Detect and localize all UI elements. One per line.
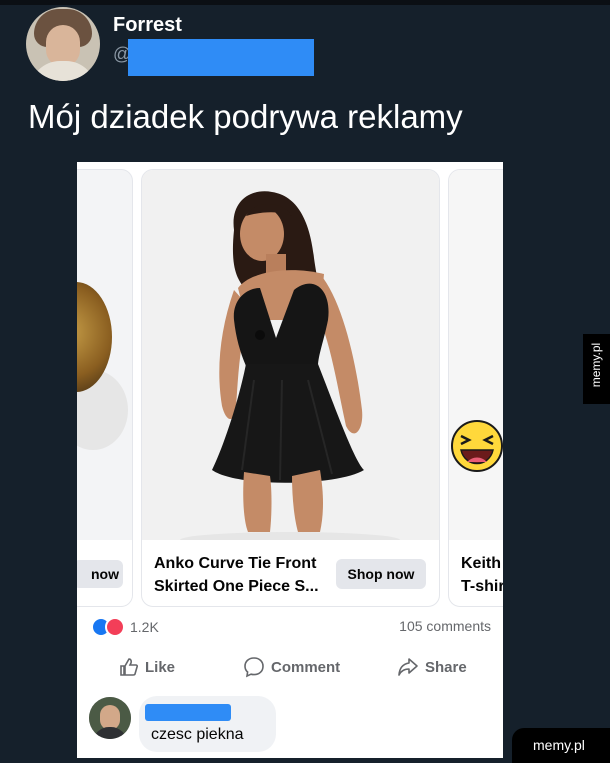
side-watermark-text: memy.pl	[589, 342, 603, 388]
ad-screenshot: now Anko Curve Tie Front Skirted One Pie…	[77, 162, 503, 758]
comments-count[interactable]: 105 comments	[399, 618, 491, 634]
love-reaction-icon	[105, 617, 125, 637]
comment-bubble-icon	[244, 657, 264, 678]
carousel-item-left[interactable]	[77, 169, 133, 607]
avatar-shirt	[30, 61, 96, 81]
commenter-name-redaction	[145, 704, 231, 721]
right-title-line2: T-shir	[461, 578, 503, 595]
reaction-summary[interactable]: 1.2K	[91, 616, 159, 638]
product-title-line1: Anko Curve Tie Front	[154, 555, 317, 572]
tweet-text: Mój dziadek podrywa reklamy	[28, 98, 463, 135]
carousel-item-main[interactable]: Anko Curve Tie Front Skirted One Piece S…	[141, 169, 440, 607]
product-title-line2: Skirted One Piece S...	[154, 578, 319, 595]
share-label: Share	[425, 658, 467, 676]
model-in-dress-image	[142, 170, 439, 548]
reaction-count: 1.2K	[130, 619, 159, 635]
side-watermark: memy.pl	[583, 334, 610, 404]
right-product-title[interactable]: Keith T-shir	[461, 552, 503, 598]
thumbs-up-icon	[120, 658, 138, 676]
commenter-avatar[interactable]	[89, 697, 131, 739]
product-title[interactable]: Anko Curve Tie Front Skirted One Piece S…	[154, 552, 324, 598]
right-title-line1: Keith	[461, 555, 501, 572]
comment-text: czesc piekna	[151, 726, 244, 743]
like-label: Like	[145, 658, 176, 676]
bottom-watermark: memy.pl	[512, 728, 610, 763]
carousel-item-right[interactable]: Keith T-shir	[448, 169, 503, 607]
share-arrow-icon	[398, 658, 418, 676]
handle-redaction	[128, 39, 314, 76]
like-button[interactable]: Like	[119, 652, 175, 682]
share-button[interactable]: Share	[397, 652, 467, 682]
laughing-emoji-icon	[451, 420, 503, 472]
top-border	[0, 0, 610, 5]
product-image-right	[449, 170, 503, 540]
product-photo[interactable]	[142, 170, 439, 548]
profile-avatar[interactable]	[26, 7, 100, 81]
left-shop-button[interactable]: now	[77, 560, 123, 588]
shop-now-button[interactable]: Shop now	[336, 559, 426, 589]
comment-button[interactable]: Comment	[243, 652, 340, 682]
profile-name[interactable]: Forrest	[113, 14, 182, 37]
comment-label: Comment	[271, 658, 341, 676]
bottom-watermark-text: memy.pl	[533, 737, 585, 753]
